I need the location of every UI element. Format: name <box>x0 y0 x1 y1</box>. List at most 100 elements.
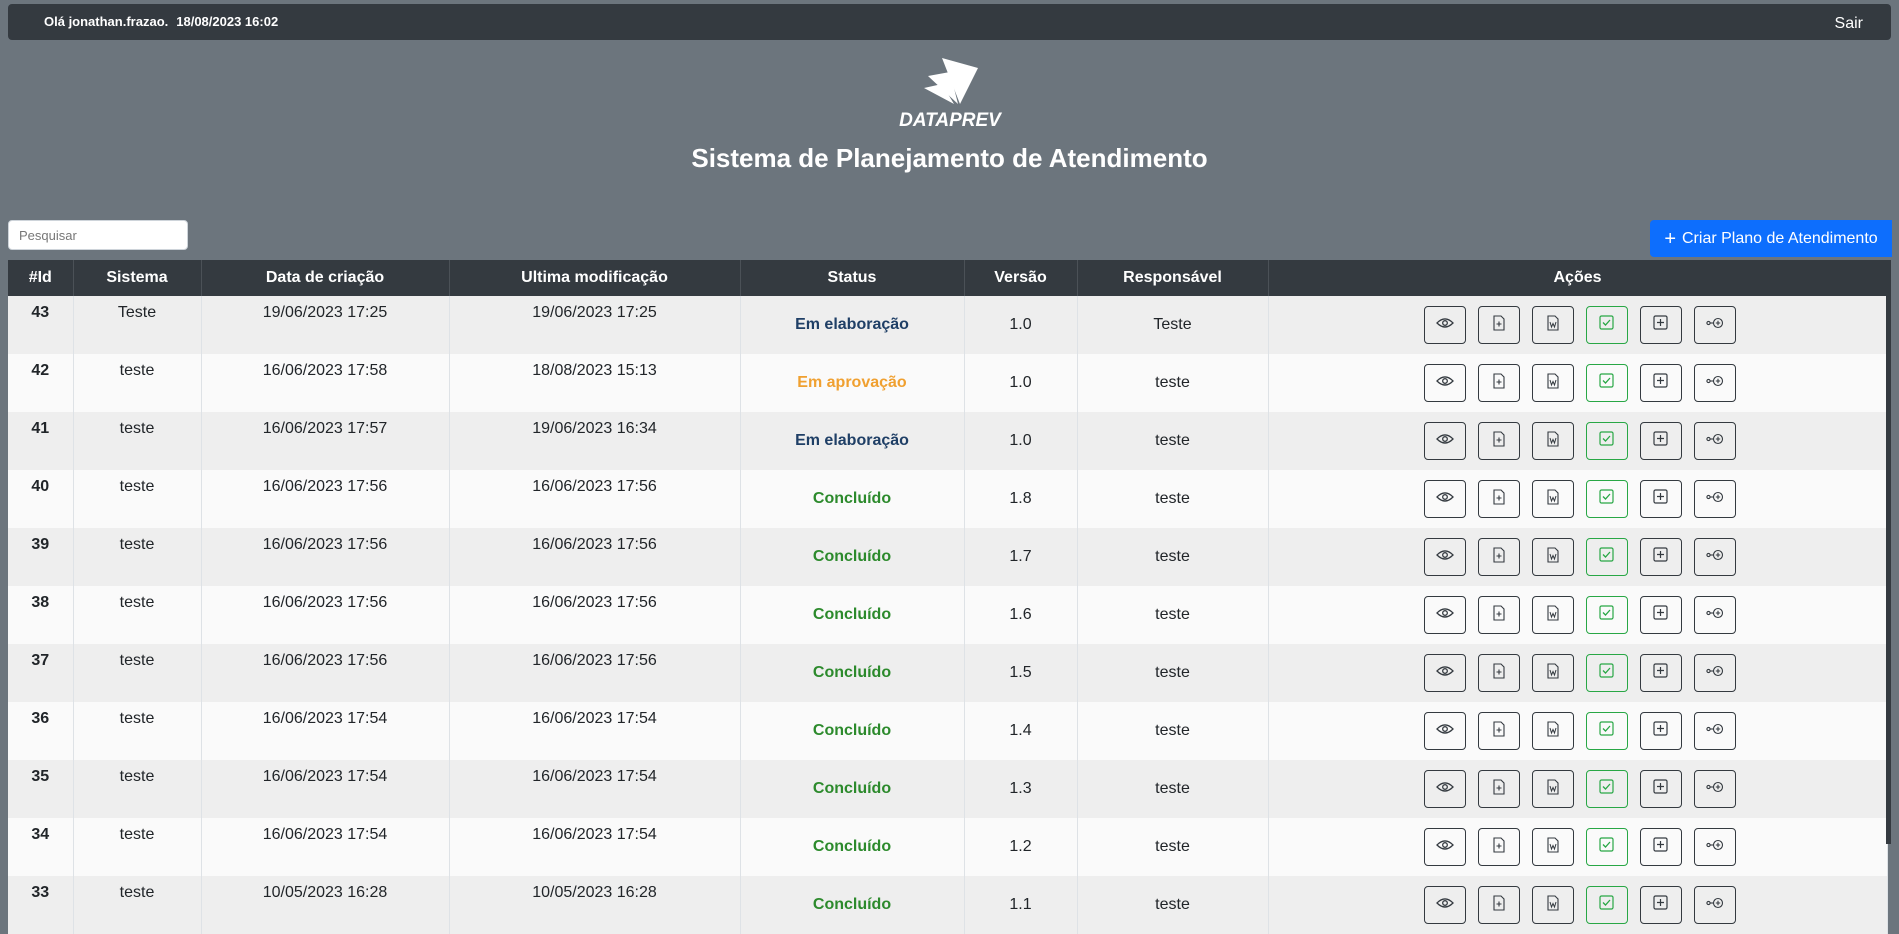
add-file-button[interactable] <box>1477 886 1520 924</box>
add-file-button[interactable] <box>1477 712 1520 750</box>
view-button[interactable] <box>1423 596 1466 634</box>
view-button[interactable] <box>1423 364 1466 402</box>
create-plan-button[interactable]: + Criar Plano de Atendimento <box>1650 220 1892 257</box>
col-header-versao[interactable]: Versão <box>964 260 1078 296</box>
add-version-button[interactable] <box>1639 712 1682 750</box>
view-button[interactable] <box>1423 306 1466 344</box>
approve-button[interactable] <box>1585 538 1628 576</box>
add-file-button[interactable] <box>1477 364 1520 402</box>
add-version-button[interactable] <box>1639 364 1682 402</box>
col-header-data-criacao[interactable]: Data de criação <box>201 260 450 296</box>
export-word-button[interactable] <box>1531 364 1574 402</box>
add-file-button[interactable] <box>1477 770 1520 808</box>
cell-versao: 1.8 <box>964 470 1078 528</box>
approve-button[interactable] <box>1585 886 1628 924</box>
export-word-button[interactable] <box>1531 538 1574 576</box>
approve-button[interactable] <box>1585 306 1628 344</box>
col-header-status[interactable]: Status <box>740 260 965 296</box>
add-file-button[interactable] <box>1477 480 1520 518</box>
add-version-button[interactable] <box>1639 422 1682 460</box>
row-actions <box>1269 596 1887 634</box>
export-word-button[interactable] <box>1531 596 1574 634</box>
add-version-button[interactable] <box>1639 538 1682 576</box>
share-button[interactable] <box>1693 886 1736 924</box>
col-header-ultima-modificacao[interactable]: Ultima modificação <box>449 260 741 296</box>
col-header-responsavel[interactable]: Responsável <box>1077 260 1269 296</box>
share-button[interactable] <box>1693 538 1736 576</box>
cell-status: Concluído <box>740 702 965 760</box>
add-file-button[interactable] <box>1477 306 1520 344</box>
add-file-button[interactable] <box>1477 538 1520 576</box>
export-word-button[interactable] <box>1531 422 1574 460</box>
approve-button[interactable] <box>1585 596 1628 634</box>
check-square-icon <box>1599 605 1614 625</box>
share-node-icon <box>1705 838 1724 856</box>
share-button[interactable] <box>1693 828 1736 866</box>
check-square-icon <box>1599 315 1614 335</box>
export-word-button[interactable] <box>1531 828 1574 866</box>
approve-button[interactable] <box>1585 364 1628 402</box>
cell-acoes <box>1268 760 1888 818</box>
plus-square-icon <box>1653 721 1668 741</box>
approve-button[interactable] <box>1585 480 1628 518</box>
cell-ultima-modificacao: 16/06/2023 17:54 <box>449 760 741 818</box>
add-version-button[interactable] <box>1639 770 1682 808</box>
cell-status: Concluído <box>740 644 965 702</box>
view-button[interactable] <box>1423 886 1466 924</box>
cell-data-criacao: 16/06/2023 17:54 <box>201 818 450 876</box>
approve-button[interactable] <box>1585 712 1628 750</box>
view-button[interactable] <box>1423 770 1466 808</box>
export-word-button[interactable] <box>1531 306 1574 344</box>
add-version-button[interactable] <box>1639 886 1682 924</box>
add-file-button[interactable] <box>1477 654 1520 692</box>
share-button[interactable] <box>1693 364 1736 402</box>
cell-ultima-modificacao: 19/06/2023 16:34 <box>449 412 741 470</box>
cell-acoes <box>1268 818 1888 876</box>
share-button[interactable] <box>1693 422 1736 460</box>
view-button[interactable] <box>1423 828 1466 866</box>
col-header-sistema[interactable]: Sistema <box>73 260 202 296</box>
approve-button[interactable] <box>1585 654 1628 692</box>
share-button[interactable] <box>1693 654 1736 692</box>
cell-sistema: teste <box>73 876 202 934</box>
view-button[interactable] <box>1423 480 1466 518</box>
export-word-button[interactable] <box>1531 770 1574 808</box>
view-button[interactable] <box>1423 538 1466 576</box>
add-version-button[interactable] <box>1639 480 1682 518</box>
approve-button[interactable] <box>1585 828 1628 866</box>
cell-ultima-modificacao: 10/05/2023 16:28 <box>449 876 741 934</box>
share-button[interactable] <box>1693 596 1736 634</box>
dataprev-logo-icon <box>924 58 978 104</box>
add-version-button[interactable] <box>1639 306 1682 344</box>
cell-sistema: teste <box>73 702 202 760</box>
table-scrollbar[interactable] <box>1886 260 1891 844</box>
col-header-id[interactable]: #Id <box>8 260 74 296</box>
view-button[interactable] <box>1423 712 1466 750</box>
export-word-button[interactable] <box>1531 886 1574 924</box>
share-node-icon <box>1705 780 1724 798</box>
add-file-button[interactable] <box>1477 828 1520 866</box>
export-word-button[interactable] <box>1531 712 1574 750</box>
cell-responsavel: teste <box>1077 586 1269 644</box>
share-button[interactable] <box>1693 712 1736 750</box>
add-file-button[interactable] <box>1477 422 1520 460</box>
export-word-button[interactable] <box>1531 480 1574 518</box>
logout-link[interactable]: Sair <box>1835 15 1863 33</box>
share-button[interactable] <box>1693 306 1736 344</box>
approve-button[interactable] <box>1585 770 1628 808</box>
view-button[interactable] <box>1423 422 1466 460</box>
add-file-button[interactable] <box>1477 596 1520 634</box>
add-version-button[interactable] <box>1639 654 1682 692</box>
add-version-button[interactable] <box>1639 828 1682 866</box>
view-button[interactable] <box>1423 654 1466 692</box>
export-word-button[interactable] <box>1531 654 1574 692</box>
search-input[interactable] <box>8 220 188 250</box>
cell-status: Em elaboração <box>740 412 965 470</box>
cell-responsavel: teste <box>1077 470 1269 528</box>
eye-icon <box>1435 664 1454 682</box>
share-button[interactable] <box>1693 480 1736 518</box>
share-button[interactable] <box>1693 770 1736 808</box>
col-header-acoes: Ações <box>1268 260 1888 296</box>
approve-button[interactable] <box>1585 422 1628 460</box>
add-version-button[interactable] <box>1639 596 1682 634</box>
